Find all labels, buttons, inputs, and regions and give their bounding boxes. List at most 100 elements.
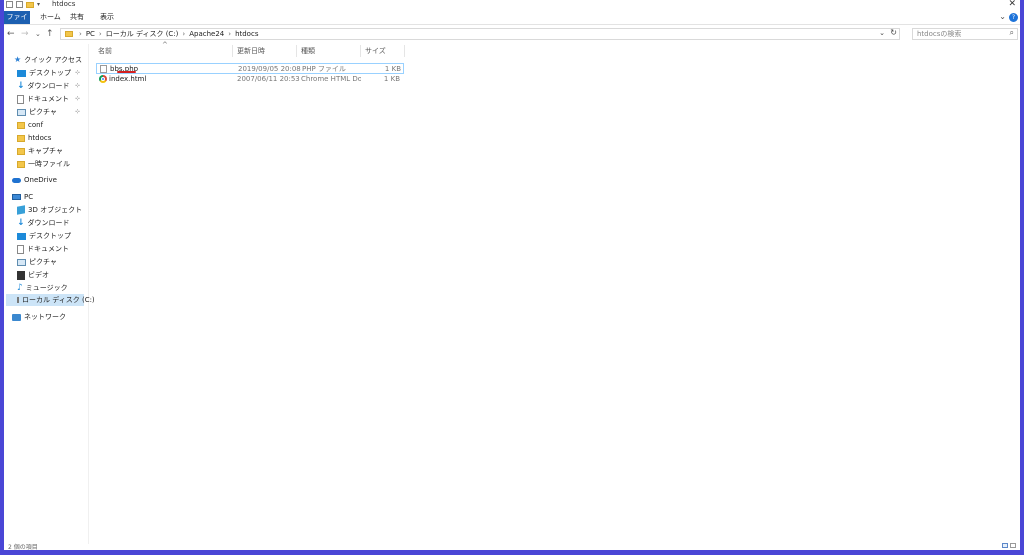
- help-icon[interactable]: ?: [1009, 13, 1018, 22]
- tab-view[interactable]: 表示: [94, 11, 120, 24]
- video-icon: [17, 270, 25, 280]
- file-list: ^ 名前 更新日時 種類 サイズ bbs.php 2019/09/05 20:0…: [90, 41, 1020, 544]
- file-date: 2007/06/11 20:53: [237, 75, 300, 83]
- column-divider[interactable]: [360, 45, 361, 57]
- nav-label: キャプチャ: [28, 147, 63, 155]
- breadcrumb-htdocs[interactable]: htdocs: [233, 29, 260, 39]
- nav-item-pictures[interactable]: ピクチャ: [17, 106, 57, 118]
- refresh-button[interactable]: ↻: [890, 28, 897, 37]
- recent-locations-button[interactable]: ⌄: [35, 28, 41, 40]
- folder-icon: [17, 147, 25, 155]
- tab-home[interactable]: ホーム: [34, 11, 67, 24]
- quick-access-toolbar: ▾: [6, 0, 40, 9]
- folder-icon: [17, 160, 25, 168]
- pin-icon[interactable]: ⊹: [75, 69, 80, 76]
- breadcrumb-local-disk[interactable]: ローカル ディスク (C:): [104, 29, 181, 39]
- nav-label: ローカル ディスク (C:): [22, 296, 95, 304]
- nav-label: PC: [24, 193, 34, 201]
- pin-icon[interactable]: ⊹: [75, 108, 80, 115]
- nav-item-pc-pictures[interactable]: ピクチャ: [17, 256, 57, 268]
- column-header-type[interactable]: 種類: [301, 44, 315, 58]
- checkbox-icon[interactable]: [16, 1, 23, 8]
- chevron-right-icon[interactable]: ›: [77, 30, 84, 38]
- nav-item-pc-desktop[interactable]: デスクトップ: [17, 230, 71, 242]
- breadcrumb-apache24[interactable]: Apache24: [187, 29, 226, 39]
- nav-item-temp-files[interactable]: 一時ファイル: [17, 158, 70, 170]
- explorer-window: ▾ htdocs ✕ ファイル ホーム 共有 表示 ⌄ ? ← → ⌄ ↑ › …: [4, 0, 1020, 550]
- address-dropdown-button[interactable]: ⌄: [879, 29, 885, 37]
- column-divider[interactable]: [232, 45, 233, 57]
- file-row[interactable]: index.html 2007/06/11 20:53 Chrome HTML …: [96, 74, 404, 85]
- nav-item-music[interactable]: ♪ ミュージック: [17, 282, 68, 294]
- nav-quick-access[interactable]: ★ クイック アクセス: [14, 54, 82, 66]
- pin-icon[interactable]: ⊹: [75, 95, 80, 102]
- nav-item-videos[interactable]: ビデオ: [17, 269, 49, 281]
- nav-pc[interactable]: PC: [12, 191, 33, 203]
- address-bar[interactable]: › PC › ローカル ディスク (C:) › Apache24 › htdoc…: [60, 28, 900, 40]
- nav-label: クイック アクセス: [24, 56, 83, 64]
- nav-item-local-disk[interactable]: ローカル ディスク (C:): [6, 294, 95, 306]
- back-button[interactable]: ←: [7, 28, 15, 40]
- close-button[interactable]: ✕: [1008, 0, 1016, 9]
- nav-item-downloads[interactable]: ↓ ダウンロード: [17, 80, 70, 92]
- details-view-icon[interactable]: [1002, 543, 1008, 548]
- nav-label: conf: [28, 121, 44, 129]
- expand-ribbon-icon[interactable]: ⌄: [999, 12, 1006, 21]
- folder-icon: [17, 121, 25, 129]
- 3d-objects-icon: [17, 205, 25, 215]
- file-name: index.html: [109, 75, 147, 83]
- window-title: htdocs: [52, 0, 76, 8]
- search-placeholder: htdocsの検索: [917, 30, 962, 38]
- nav-label: ピクチャ: [29, 258, 57, 266]
- chevron-right-icon[interactable]: ›: [180, 30, 187, 38]
- column-header-name[interactable]: 名前: [98, 44, 112, 58]
- desktop-icon: [17, 232, 26, 240]
- nav-item-pc-downloads[interactable]: ↓ ダウンロード: [17, 217, 70, 229]
- file-size: 1 KB: [383, 75, 400, 83]
- chevron-right-icon[interactable]: ›: [226, 30, 233, 38]
- nav-label: 3D オブジェクト: [28, 206, 83, 214]
- nav-network[interactable]: ネットワーク: [12, 311, 66, 323]
- column-divider[interactable]: [404, 45, 405, 57]
- folder-icon: [17, 134, 25, 142]
- nav-onedrive[interactable]: OneDrive: [12, 174, 57, 186]
- nav-label: ピクチャ: [29, 108, 57, 116]
- nav-label: ミュージック: [25, 284, 68, 292]
- customize-dropdown-icon[interactable]: ▾: [37, 1, 40, 8]
- file-type: Chrome HTML Do...: [301, 75, 361, 83]
- nav-item-desktop[interactable]: デスクトップ: [17, 67, 71, 79]
- breadcrumb-pc[interactable]: PC: [84, 29, 97, 39]
- search-icon[interactable]: ⌕: [1010, 28, 1014, 38]
- nav-label: ビデオ: [28, 271, 49, 279]
- file-row[interactable]: bbs.php 2019/09/05 20:08 PHP ファイル 1 KB: [96, 63, 404, 74]
- tab-share[interactable]: 共有: [64, 11, 90, 24]
- nav-item-documents[interactable]: ドキュメント: [17, 93, 69, 105]
- large-icons-view-icon[interactable]: [1010, 543, 1016, 548]
- column-header-size[interactable]: サイズ: [365, 44, 386, 58]
- column-divider[interactable]: [296, 45, 297, 57]
- nav-item-pc-documents[interactable]: ドキュメント: [17, 243, 69, 255]
- nav-label: ドキュメント: [27, 95, 69, 103]
- drive-icon: [17, 297, 19, 303]
- search-input[interactable]: htdocsの検索 ⌕: [912, 28, 1018, 40]
- star-icon: ★: [14, 55, 22, 64]
- new-folder-icon[interactable]: [26, 1, 34, 8]
- nav-label: デスクトップ: [29, 232, 71, 240]
- pin-icon[interactable]: ⊹: [75, 82, 80, 89]
- tab-file[interactable]: ファイル: [4, 11, 30, 34]
- up-button[interactable]: ↑: [46, 28, 54, 40]
- nav-item-conf[interactable]: conf: [17, 119, 43, 131]
- sort-ascending-icon: ^: [162, 41, 168, 49]
- properties-icon[interactable]: [6, 1, 13, 8]
- nav-label: OneDrive: [24, 176, 57, 184]
- nav-item-3d-objects[interactable]: 3D オブジェクト: [17, 204, 82, 216]
- title-bar: ▾ htdocs ✕: [4, 0, 1020, 11]
- nav-item-capture[interactable]: キャプチャ: [17, 145, 63, 157]
- forward-button[interactable]: →: [21, 28, 29, 40]
- address-row: ← → ⌄ ↑ › PC › ローカル ディスク (C:) › Apache24…: [4, 27, 1020, 41]
- chevron-right-icon[interactable]: ›: [97, 30, 104, 38]
- nav-label: 一時ファイル: [28, 160, 70, 168]
- nav-item-htdocs[interactable]: htdocs: [17, 132, 51, 144]
- column-header-date[interactable]: 更新日時: [237, 44, 265, 58]
- chrome-html-icon: [99, 75, 107, 83]
